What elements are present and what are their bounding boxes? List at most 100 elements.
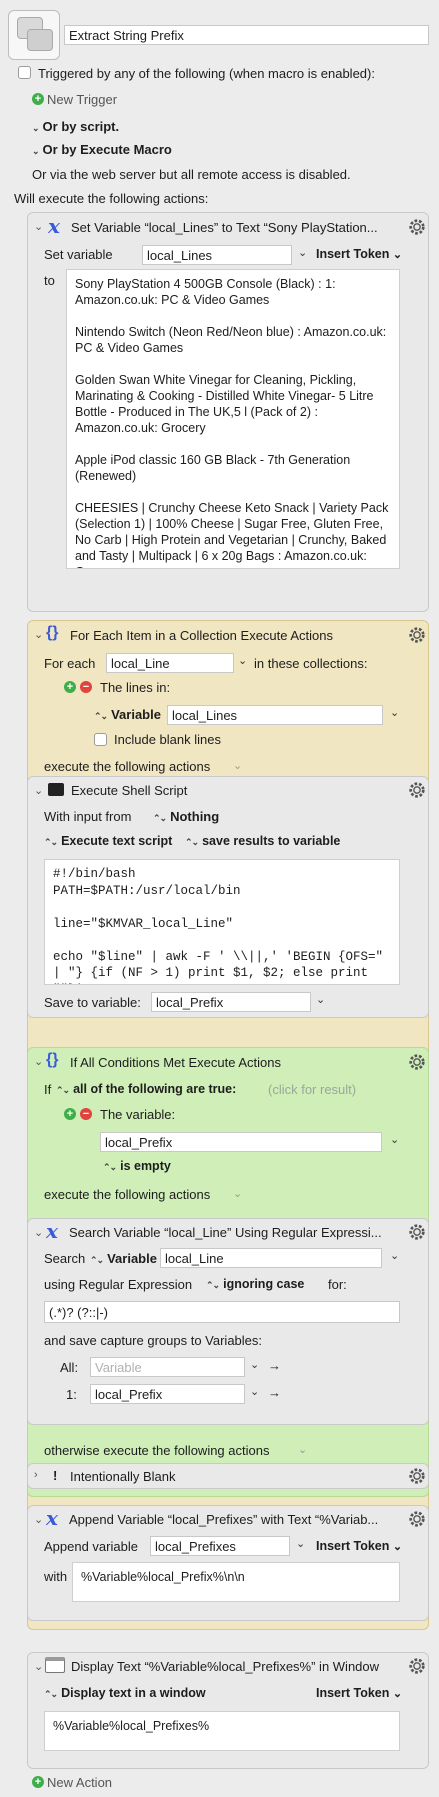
variable-name-field[interactable]: local_Lines [142,245,292,265]
or-by-script-label: Or by script. [42,119,120,134]
regex-field[interactable]: (.*)? (?::|-) [44,1301,400,1323]
include-blank-checkbox[interactable] [94,733,107,746]
click-for-result[interactable]: (click for result) [268,1082,356,1097]
chevron-down-icon[interactable]: ⌄ [390,1133,399,1146]
collapse-chevron-icon[interactable]: ⌄ [34,1660,43,1673]
arrow-right-icon[interactable]: → [268,1358,281,1373]
chevron-updown-icon: ⌃⌄ [44,1689,58,1699]
lines-variable-field[interactable]: local_Lines [167,705,383,725]
chevron-down-icon[interactable]: ⌄ [316,993,325,1006]
display-text-area[interactable]: %Variable%local_Prefixes% [44,1711,400,1751]
execute-mode-popup[interactable]: ⌃⌄ Execute text script [44,834,172,848]
arrow-right-icon[interactable]: → [268,1385,281,1400]
trigger-checkbox[interactable] [18,66,31,79]
chevron-down-icon: ⌄ [392,1541,403,1553]
chevron-down-icon[interactable]: ⌄ [233,1187,242,1200]
will-execute-label: Will execute the following actions: [14,191,209,206]
append-variable-action[interactable]: ⌄ x Append Variable “local_Prefixes” wit… [27,1505,429,1621]
chevron-down-icon[interactable]: ⌄ [296,1537,305,1550]
set-variable-action[interactable]: ⌄ x Set Variable “local_Lines” to Text “… [27,212,429,612]
chevron-down-icon[interactable]: ⌄ [250,1358,259,1371]
expand-chevron-icon[interactable]: › [34,1469,38,1481]
collapse-chevron-icon[interactable]: ⌄ [34,1513,43,1526]
otherwise-label: otherwise execute the following actions [44,1443,270,1458]
lines-in-label: The lines in: [100,680,171,695]
insert-token-label: Insert Token [316,247,390,261]
insert-token-button[interactable]: Insert Token ⌄ [316,1686,402,1700]
if-label: If [44,1082,52,1097]
for-each-variable-field[interactable]: local_Line [106,653,234,673]
action-title: For Each Item in a Collection Execute Ac… [70,628,334,643]
to-label: to [44,273,55,288]
insert-token-button[interactable]: Insert Token ⌄ [316,1539,402,1553]
chevron-down-icon[interactable]: ⌄ [390,706,399,719]
case-mode-popup[interactable]: ⌃⌄ ignoring case [206,1277,304,1291]
input-source-popup[interactable]: ⌃⌄ Nothing [153,809,219,824]
save-to-label: Save to variable: [44,995,141,1010]
capture-groups-label: and save capture groups to Variables: [44,1333,263,1348]
include-blank-label: Include blank lines [114,732,221,747]
intentionally-blank-action[interactable]: › ! Intentionally Blank [27,1463,429,1489]
the-variable-label: The variable: [100,1107,176,1122]
source-type-popup[interactable]: ⌃⌄ Variable [94,707,161,722]
chevron-down-icon[interactable]: ⌄ [250,1385,259,1398]
add-condition-icon[interactable]: + [64,1108,76,1120]
insert-token-button[interactable]: Insert Token ⌄ [316,247,402,261]
chevron-down-icon[interactable]: ⌄ [233,759,242,772]
append-variable-field[interactable]: local_Prefixes [150,1536,290,1556]
append-text-area[interactable]: %Variable%local_Prefix%\n\n [72,1562,400,1602]
search-variable-action[interactable]: ⌄ x Search Variable “local_Line” Using R… [27,1218,429,1425]
collapse-chevron-icon[interactable]: ⌄ [34,628,43,641]
remove-condition-icon[interactable]: − [80,1108,92,1120]
new-trigger-button[interactable]: New Trigger [47,92,117,107]
collapse-chevron-icon[interactable]: ⌄ [34,1226,43,1239]
or-by-script[interactable]: ⌄ Or by script. [32,119,119,134]
condition-variable-field[interactable]: local_Prefix [100,1132,382,1152]
add-collection-icon[interactable]: + [64,681,76,693]
search-variable-field[interactable]: local_Line [160,1248,382,1268]
chevron-down-icon[interactable]: ⌄ [390,1249,399,1262]
save-to-variable-field[interactable]: local_Prefix [151,992,311,1012]
gear-icon[interactable] [408,1657,426,1675]
or-by-execute-macro[interactable]: ⌄ Or by Execute Macro [32,142,172,157]
gear-icon[interactable] [408,781,426,799]
macro-icon[interactable] [8,10,60,60]
remove-collection-icon[interactable]: − [80,681,92,693]
exclamation-icon: ! [53,1468,58,1483]
collapse-chevron-icon[interactable]: ⌄ [34,220,43,233]
gear-icon[interactable] [408,218,426,236]
chevron-down-icon[interactable]: ⌄ [298,246,307,259]
chevron-down-icon: ⌄ [392,1688,403,1700]
gear-icon[interactable] [408,1053,426,1071]
new-trigger-icon[interactable]: + [32,93,44,105]
save-mode-popup[interactable]: ⌃⌄ save results to variable [185,834,340,848]
braces-icon: {} [46,1051,59,1068]
variable-x-icon: x [46,1219,58,1243]
action-title: Execute Shell Script [71,783,188,798]
new-action-icon[interactable]: + [32,1776,44,1788]
search-source-label: Variable [107,1251,157,1266]
condition-mode-popup[interactable]: ⌃⌄ all of the following are true: [56,1082,236,1096]
collapse-chevron-icon[interactable]: ⌄ [34,784,43,797]
display-mode-label: Display text in a window [61,1686,206,1700]
capture-one-field[interactable]: local_Prefix [90,1384,245,1404]
gear-icon[interactable] [408,1223,426,1241]
gear-icon[interactable] [408,1510,426,1528]
action-title: Set Variable “local_Lines” to Text “Sony… [71,220,378,235]
script-text-area[interactable]: #!/bin/bash PATH=$PATH:/usr/local/bin li… [44,859,400,985]
all-capture-field[interactable]: Variable [90,1357,245,1377]
chevron-down-icon[interactable]: ⌄ [238,654,247,667]
chevron-down-icon[interactable]: ⌄ [298,1443,307,1456]
macro-name-field[interactable]: Extract String Prefix [64,25,429,45]
text-value-area[interactable]: Sony PlayStation 4 500GB Console (Black)… [66,269,400,569]
chevron-down-icon: ⌄ [32,146,39,156]
collapse-chevron-icon[interactable]: ⌄ [34,1055,43,1068]
new-action-button[interactable]: New Action [47,1775,112,1790]
shell-script-action[interactable]: ⌄ Execute Shell Script With input from ⌃… [27,776,429,1018]
display-mode-popup[interactable]: ⌃⌄ Display text in a window [44,1686,206,1700]
display-text-action[interactable]: ⌄ Display Text “%Variable%local_Prefixes… [27,1652,429,1769]
condition-operator-popup[interactable]: ⌃⌄ is empty [103,1159,171,1173]
search-source-popup[interactable]: ⌃⌄ Variable [90,1251,157,1266]
gear-icon[interactable] [408,626,426,644]
gear-icon[interactable] [408,1467,426,1485]
